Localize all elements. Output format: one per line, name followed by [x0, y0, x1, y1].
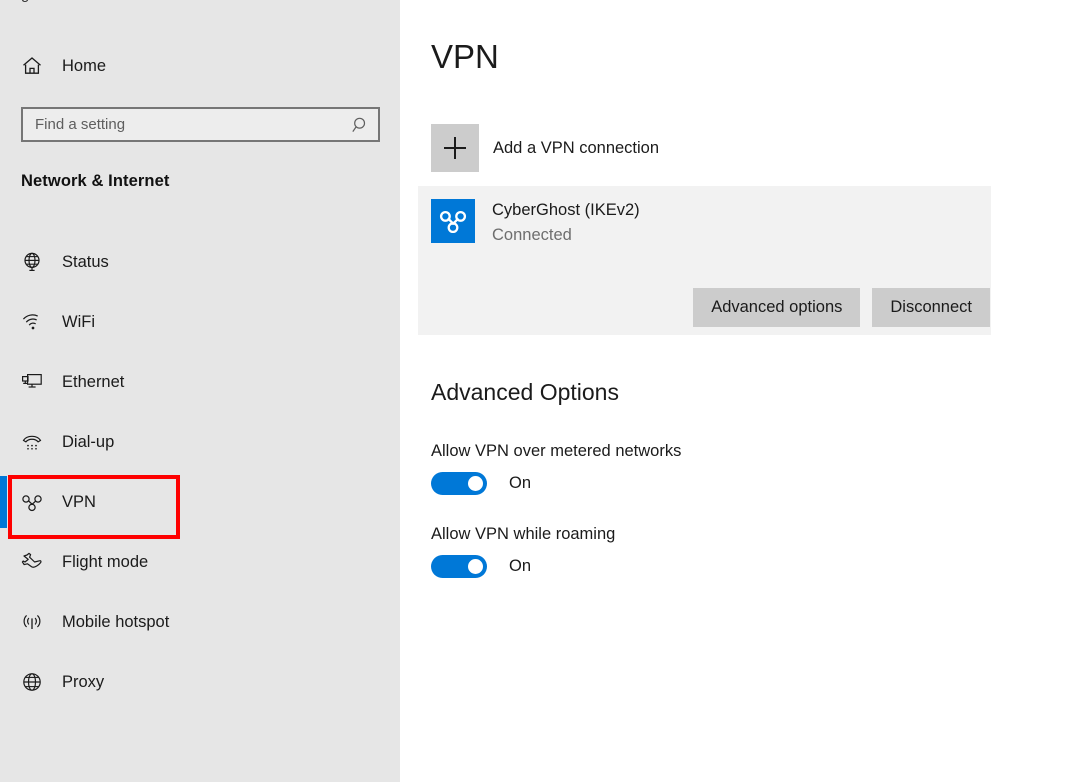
allow-vpn-over-metered-toggle[interactable]	[431, 472, 487, 495]
sidebar-item-home[interactable]: Home	[0, 48, 390, 84]
allow-vpn-while-roaming-toggle[interactable]	[431, 555, 487, 578]
add-vpn-connection-button[interactable]: Add a VPN connection	[431, 124, 659, 172]
content-pane: VPN Add a VPN connection	[400, 0, 1078, 782]
sidebar-item-label: Ethernet	[62, 374, 124, 391]
advanced-options-heading: Advanced Options	[431, 381, 619, 404]
sidebar-item-ethernet[interactable]: Ethernet	[0, 352, 400, 412]
sidebar-item-dial-up[interactable]: Dial-up	[0, 412, 400, 472]
sidebar-nav: Status WiFi	[0, 232, 400, 712]
home-icon	[21, 55, 51, 77]
sidebar-item-flight-mode[interactable]: Flight mode	[0, 532, 400, 592]
sidebar: g Home Network & Internet	[0, 0, 400, 782]
sidebar-item-proxy[interactable]: Proxy	[0, 652, 400, 712]
toggle-state-label: On	[509, 558, 531, 575]
option-allow-vpn-over-metered: Allow VPN over metered networks On	[431, 442, 681, 495]
sidebar-item-label: Status	[62, 254, 109, 271]
vpn-connection-icon	[431, 199, 475, 243]
add-vpn-connection-label: Add a VPN connection	[493, 139, 659, 158]
plus-icon[interactable]	[431, 124, 479, 172]
globe-icon	[21, 671, 51, 693]
settings-window: g Home Network & Internet	[0, 0, 1078, 782]
option-label: Allow VPN over metered networks	[431, 442, 681, 462]
sidebar-item-label: VPN	[62, 494, 96, 511]
ethernet-icon	[21, 371, 51, 393]
dialup-phone-icon	[21, 431, 51, 453]
option-allow-vpn-while-roaming: Allow VPN while roaming On	[431, 525, 615, 578]
sidebar-item-mobile-hotspot[interactable]: Mobile hotspot	[0, 592, 400, 652]
wifi-icon	[21, 311, 51, 333]
sidebar-item-label: Home	[62, 58, 106, 75]
sidebar-item-label: Dial-up	[62, 434, 114, 451]
vpn-icon	[21, 491, 51, 513]
vpn-card-actions: Advanced options Disconnect	[693, 288, 990, 327]
sidebar-item-label: Mobile hotspot	[62, 614, 169, 631]
hotspot-icon	[21, 611, 51, 633]
sidebar-item-status[interactable]: Status	[0, 232, 400, 292]
sidebar-item-vpn[interactable]: VPN	[0, 472, 400, 532]
advanced-options-button[interactable]: Advanced options	[693, 288, 860, 327]
section-title: Network & Internet	[21, 172, 170, 191]
search-input[interactable]	[23, 116, 344, 133]
sidebar-item-wifi[interactable]: WiFi	[0, 292, 400, 352]
sidebar-item-label: Proxy	[62, 674, 104, 691]
vpn-connection-status: Connected	[492, 225, 572, 246]
airplane-icon	[21, 551, 51, 573]
page-title: VPN	[431, 40, 499, 73]
search-icon[interactable]	[344, 116, 378, 134]
sidebar-item-label: Flight mode	[62, 554, 148, 571]
vpn-connection-name: CyberGhost (IKEv2)	[492, 200, 640, 221]
sidebar-item-label: WiFi	[62, 314, 95, 331]
toggle-state-label: On	[509, 475, 531, 492]
vpn-connection-card[interactable]: CyberGhost (IKEv2) Connected Advanced op…	[418, 186, 991, 335]
option-label: Allow VPN while roaming	[431, 525, 615, 545]
clipped-top-text: g	[21, 0, 29, 3]
disconnect-button[interactable]: Disconnect	[872, 288, 990, 327]
search-box[interactable]	[21, 107, 380, 142]
globe-icon	[21, 251, 51, 273]
